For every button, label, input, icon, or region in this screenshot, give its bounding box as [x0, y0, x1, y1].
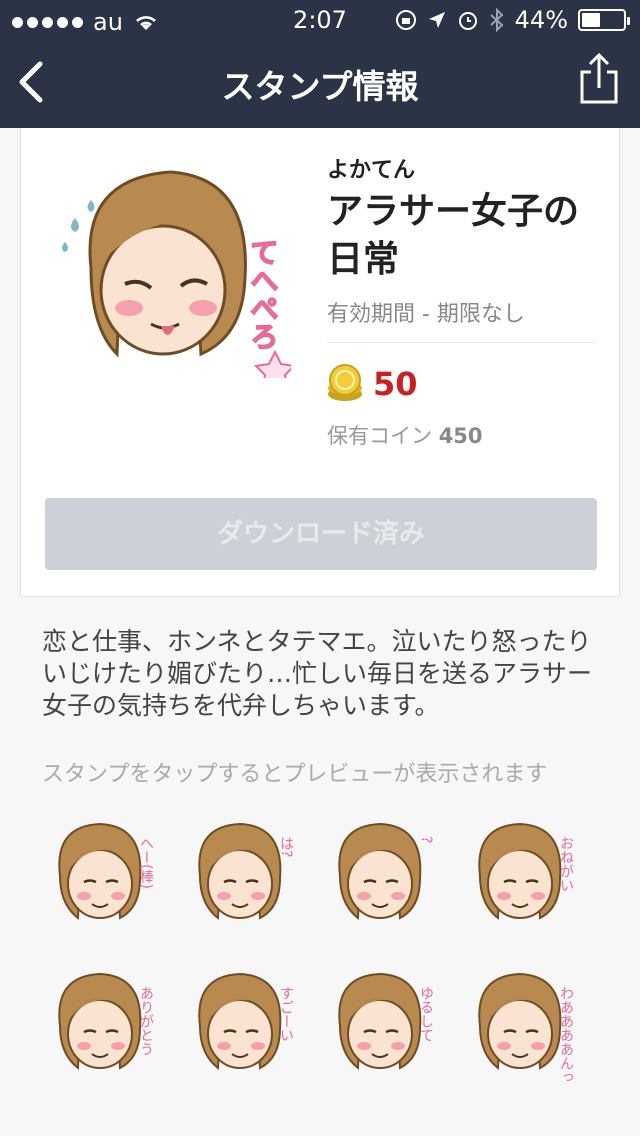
sticker-author: よかてん	[327, 158, 416, 183]
sticker-caption: ゆるして	[418, 986, 434, 1042]
navigation-bar: au 2:07 44% スタンプ情報	[0, 0, 640, 128]
sticker-thumbnail[interactable]: おねがい	[460, 812, 590, 942]
rotation-lock-icon	[395, 10, 416, 30]
sticker-caption: わああああんっ	[558, 986, 574, 1084]
location-arrow-icon	[428, 12, 445, 28]
sticker-caption: は?	[278, 836, 294, 857]
alarm-icon	[458, 12, 477, 30]
sticker-thumbnail[interactable]: すごーい	[180, 962, 310, 1092]
sticker-thumbnail[interactable]: ありがとう	[40, 962, 170, 1092]
sticker-thumbnail[interactable]: わああああんっ	[460, 962, 590, 1092]
sticker-title: アラサー女子の日常	[327, 191, 580, 280]
sticker-caption: ?	[418, 836, 434, 843]
sticker-thumbnail[interactable]: へー(棒)	[40, 812, 170, 942]
bluetooth-icon	[489, 8, 504, 32]
sticker-caption: すごーい	[278, 986, 294, 1042]
battery-icon	[578, 9, 630, 31]
page-title: スタンプ情報	[221, 67, 419, 106]
owned-coins: 保有コイン 450	[327, 420, 483, 450]
sticker-main-image: てへぺろ	[62, 170, 291, 378]
coin-icon	[328, 364, 362, 401]
preview-hint: スタンプをタップするとプレビューが表示されます	[42, 762, 548, 787]
sticker-caption: おねがい	[558, 836, 574, 892]
sticker-thumbnail[interactable]: は?	[180, 812, 310, 942]
sticker-thumbnail[interactable]: ?	[320, 812, 450, 942]
hero-caption: てへぺろ	[247, 238, 280, 350]
sticker-info-card: てへぺろ よかてん アラサー女子の日常 有効期間 - 期限なし 50 保有コイン…	[20, 128, 620, 597]
share-icon[interactable]	[578, 52, 620, 106]
battery-percent: 44%	[514, 6, 568, 34]
sticker-caption: へー(棒)	[138, 836, 154, 889]
validity-period: 有効期間 - 期限なし	[327, 302, 525, 327]
sticker-thumbnail[interactable]: ゆるして	[320, 962, 450, 1092]
sticker-caption: ありがとう	[138, 986, 154, 1056]
download-button[interactable]: ダウンロード済み	[45, 498, 597, 570]
divider	[327, 342, 595, 343]
price: 50	[373, 365, 418, 403]
sticker-description: 恋と仕事、ホンネとタテマエ。泣いたり怒ったりいじけたり媚びたり…忙しい毎日を送る…	[42, 627, 593, 720]
status-bar: au 2:07 44%	[0, 0, 640, 40]
owned-coins-label: 保有コイン	[327, 424, 432, 448]
owned-coins-value: 450	[438, 424, 483, 448]
